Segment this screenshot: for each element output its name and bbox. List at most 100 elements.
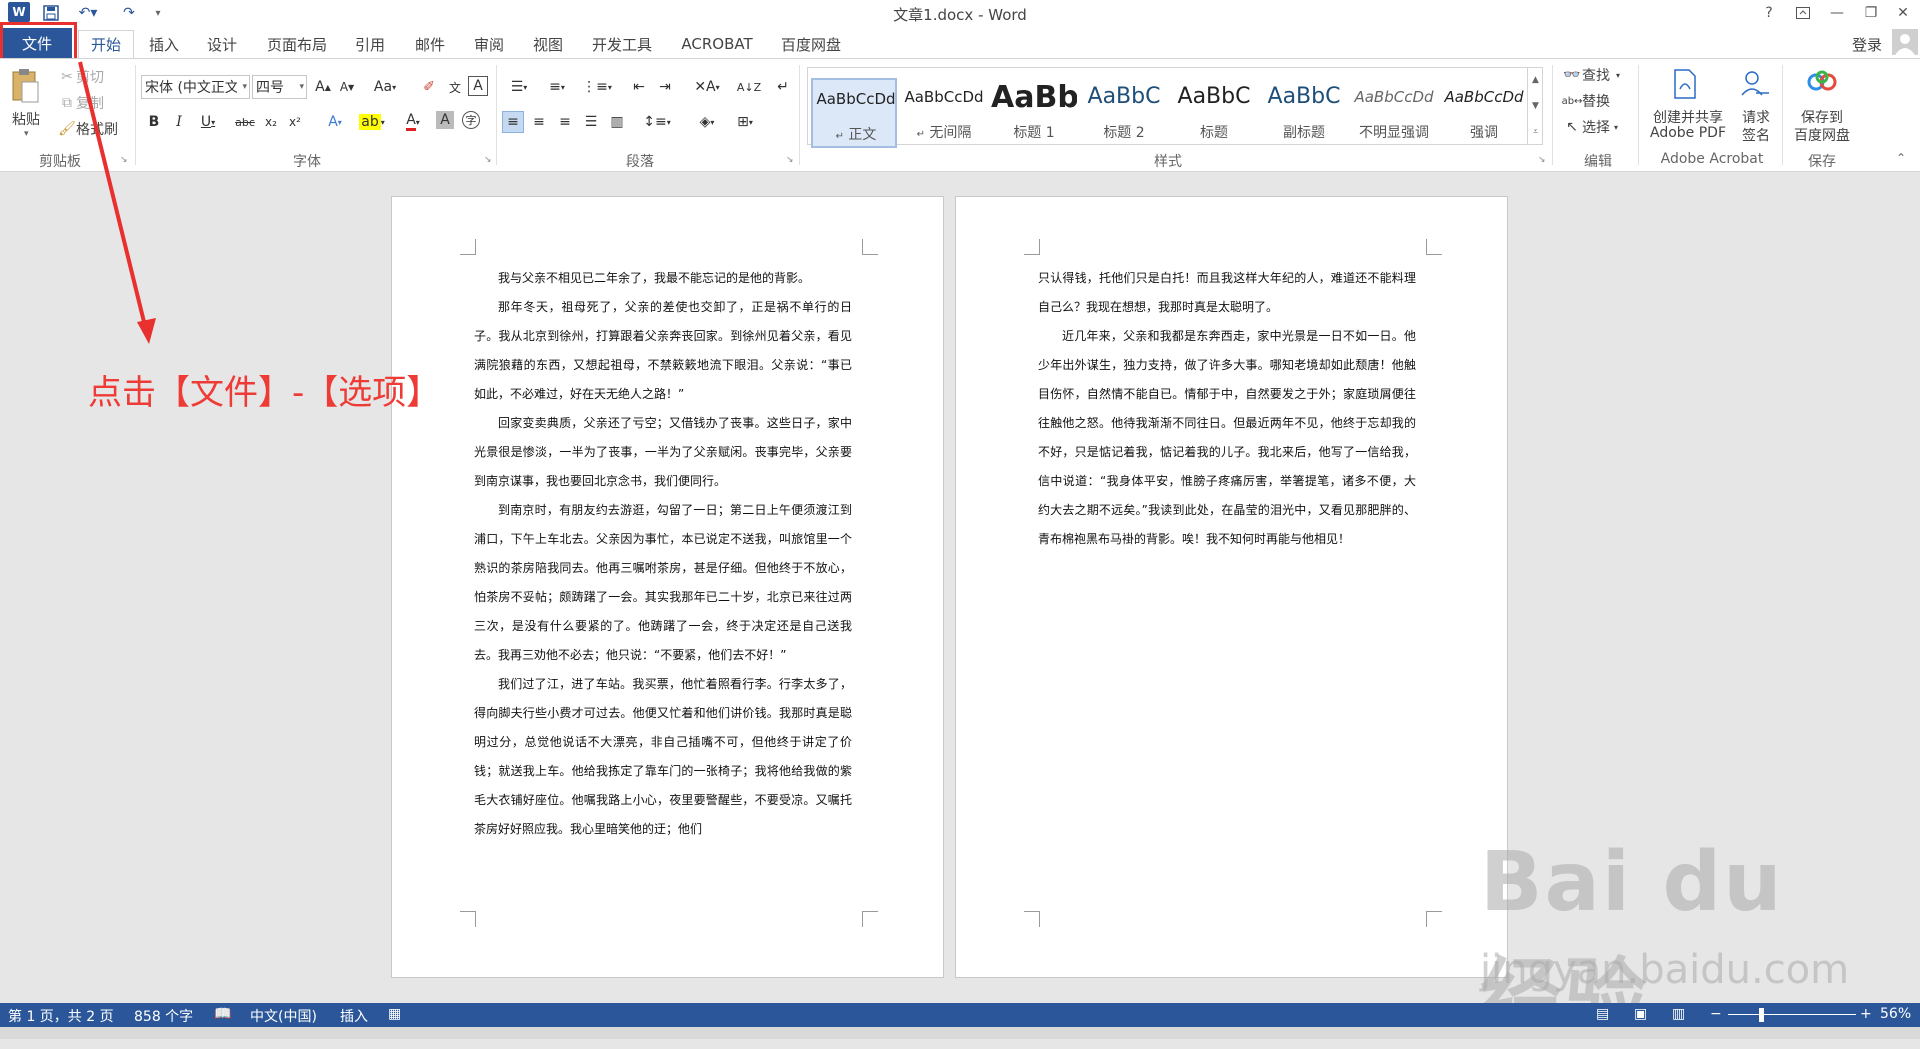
insert-mode-indicator[interactable]: 插入 bbox=[340, 1006, 368, 1026]
style-normal[interactable]: AaBbCcDd ↵ 正文 bbox=[811, 78, 897, 148]
chinese-layout-icon[interactable]: ✕A ▾ bbox=[690, 76, 724, 98]
align-center-icon[interactable]: ≡ bbox=[528, 111, 550, 133]
save-to-baidu-button-line2[interactable]: 百度网盘 bbox=[1790, 125, 1854, 145]
shading-icon[interactable]: ◈ ▾ bbox=[690, 111, 724, 133]
change-case-button[interactable]: Aa ▾ bbox=[370, 76, 400, 98]
chevron-down-icon[interactable]: ▾ bbox=[299, 82, 304, 92]
proofing-icon[interactable]: 📖 bbox=[214, 1006, 231, 1022]
character-border-icon[interactable]: A bbox=[468, 76, 488, 96]
tab-developer[interactable]: 开发工具 bbox=[585, 30, 659, 58]
line-spacing-icon[interactable]: ↕≡ ▾ bbox=[640, 111, 674, 133]
enclose-characters-icon[interactable]: 字 bbox=[462, 111, 480, 129]
grow-font-icon[interactable]: A ▲ bbox=[312, 76, 334, 98]
page-count[interactable]: 第 1 页，共 2 页 bbox=[8, 1006, 114, 1026]
page-1-text[interactable]: 我与父亲不相见已二年余了，我最不能忘记的是他的背影。 那年冬天，祖母死了，父亲的… bbox=[474, 264, 852, 844]
align-right-icon[interactable]: ≡ bbox=[554, 111, 576, 133]
phonetic-guide-icon[interactable]: 文 bbox=[444, 76, 466, 98]
undo-icon[interactable]: ↶▾ bbox=[74, 2, 102, 24]
borders-icon[interactable]: ⊞ ▾ bbox=[728, 111, 762, 133]
distributed-icon[interactable]: ▥ bbox=[606, 111, 628, 133]
collapse-ribbon-icon[interactable]: ⌃ bbox=[1896, 151, 1906, 165]
style-subtle-emphasis[interactable]: AaBbCcDd 不明显强调 bbox=[1351, 78, 1437, 148]
superscript-icon[interactable]: x² bbox=[284, 111, 306, 133]
italic-icon[interactable]: I bbox=[168, 111, 190, 133]
zoom-slider-thumb[interactable] bbox=[1758, 1008, 1764, 1022]
text-effects-icon[interactable]: A ▾ bbox=[320, 111, 350, 133]
request-signature-button-line2[interactable]: 签名 bbox=[1740, 125, 1772, 145]
ribbon-display-options-icon[interactable] bbox=[1786, 0, 1820, 26]
copy-button[interactable]: ⧉ 复制 bbox=[58, 93, 104, 113]
font-name-combo[interactable]: 宋体 (中文正文 ▾ bbox=[141, 75, 250, 99]
baidu-netdisk-icon[interactable] bbox=[1806, 69, 1838, 95]
style-subtitle[interactable]: AaBbC 副标题 bbox=[1261, 78, 1347, 148]
page-1[interactable]: 我与父亲不相见已二年余了，我最不能忘记的是他的背影。 那年冬天，祖母死了，父亲的… bbox=[391, 196, 944, 978]
subscript-icon[interactable]: x₂ bbox=[260, 111, 282, 133]
page-2-text[interactable]: 只认得钱，托他们只是白托！而且我这样大年纪的人，难道还不能料理自己么？我现在想想… bbox=[1038, 264, 1416, 554]
close-icon[interactable]: ✕ bbox=[1886, 0, 1920, 26]
request-signature-icon[interactable] bbox=[1740, 69, 1770, 99]
tab-references[interactable]: 引用 bbox=[348, 30, 392, 58]
style-no-spacing[interactable]: AaBbCcDd ↵ 无间隔 bbox=[901, 78, 987, 148]
clipboard-dialog-launcher-icon[interactable]: ↘ bbox=[120, 155, 128, 165]
minimize-icon[interactable]: — bbox=[1820, 0, 1854, 26]
zoom-in-icon[interactable]: + bbox=[1860, 1006, 1872, 1022]
zoom-level[interactable]: 56% bbox=[1880, 1006, 1911, 1022]
multilevel-list-icon[interactable]: ⋮≡ ▾ bbox=[580, 76, 614, 98]
styles-dialog-launcher-icon[interactable]: ↘ bbox=[1538, 155, 1546, 165]
avatar[interactable] bbox=[1892, 29, 1918, 55]
numbering-icon[interactable]: ≡ ▾ bbox=[540, 76, 574, 98]
redo-icon[interactable]: ↷ bbox=[118, 2, 140, 24]
zoom-slider-track[interactable] bbox=[1728, 1014, 1856, 1015]
help-button[interactable]: ? bbox=[1752, 0, 1786, 26]
underline-icon[interactable]: U ▾ bbox=[193, 111, 223, 133]
highlight-color-icon[interactable]: ab ▾ bbox=[356, 111, 388, 133]
style-title[interactable]: AaBbC 标题 bbox=[1171, 78, 1257, 148]
macro-record-icon[interactable]: ▦ bbox=[388, 1006, 401, 1022]
bullets-icon[interactable]: ☰ ▾ bbox=[502, 76, 536, 98]
tab-mailings[interactable]: 邮件 bbox=[408, 30, 452, 58]
word-count[interactable]: 858 个字 bbox=[134, 1006, 193, 1026]
chevron-down-icon[interactable]: ▾ bbox=[242, 82, 247, 92]
select-button[interactable]: ↖ 选择 ▾ bbox=[1562, 117, 1618, 137]
print-layout-icon[interactable]: ▣ bbox=[1634, 1006, 1647, 1022]
paste-icon[interactable] bbox=[10, 67, 46, 107]
tab-review[interactable]: 审阅 bbox=[467, 30, 511, 58]
increase-indent-icon[interactable]: ⇥ bbox=[654, 76, 676, 98]
replace-button[interactable]: ab↔ 替换 bbox=[1562, 91, 1610, 111]
sort-icon[interactable]: A↓Z bbox=[737, 76, 761, 98]
word-logo-icon[interactable]: W bbox=[8, 2, 30, 22]
justify-icon[interactable]: ☰ bbox=[580, 111, 602, 133]
scroll-up-icon[interactable]: ▲ bbox=[1532, 75, 1539, 85]
format-painter-button[interactable]: 🖌 格式刷 bbox=[58, 119, 118, 139]
cut-button[interactable]: ✂ 剪切 bbox=[58, 67, 104, 87]
clear-formatting-icon[interactable]: ✐ bbox=[418, 76, 440, 98]
bold-icon[interactable]: B bbox=[143, 111, 165, 133]
web-layout-icon[interactable]: ▥ bbox=[1672, 1006, 1685, 1022]
read-mode-icon[interactable]: ▤ bbox=[1596, 1006, 1609, 1022]
shrink-font-icon[interactable]: A ▼ bbox=[336, 76, 358, 98]
find-button[interactable]: 👓 查找 ▾ bbox=[1562, 65, 1620, 85]
paragraph-dialog-launcher-icon[interactable]: ↘ bbox=[786, 155, 794, 165]
decrease-indent-icon[interactable]: ⇤ bbox=[628, 76, 650, 98]
expand-gallery-icon[interactable]: ⩡ bbox=[1533, 127, 1538, 137]
sign-in-link[interactable]: 登录 bbox=[1845, 30, 1889, 58]
tab-baidu-netdisk[interactable]: 百度网盘 bbox=[776, 30, 846, 58]
save-icon[interactable] bbox=[40, 2, 62, 24]
font-color-icon[interactable]: A ▾ bbox=[398, 111, 428, 133]
save-to-baidu-button[interactable]: 保存到 bbox=[1796, 107, 1848, 127]
font-size-combo[interactable]: 四号 ▾ bbox=[252, 75, 307, 99]
page-2[interactable]: 只认得钱，托他们只是白托！而且我这样大年纪的人，难道还不能料理自己么？我现在想想… bbox=[955, 196, 1508, 978]
font-dialog-launcher-icon[interactable]: ↘ bbox=[484, 155, 492, 165]
tab-page-layout[interactable]: 页面布局 bbox=[262, 30, 332, 58]
align-left-icon[interactable]: ≡ bbox=[502, 111, 524, 133]
paste-dropdown-icon[interactable]: ▾ bbox=[24, 129, 29, 139]
create-share-pdf-button-line2[interactable]: Adobe PDF bbox=[1643, 125, 1733, 141]
paste-button[interactable]: 粘贴 bbox=[12, 109, 40, 129]
restore-icon[interactable]: ❐ bbox=[1854, 0, 1888, 26]
language-indicator[interactable]: 中文(中国) bbox=[250, 1006, 317, 1026]
tab-design[interactable]: 设计 bbox=[200, 30, 244, 58]
pdf-share-icon[interactable] bbox=[1672, 69, 1698, 99]
tab-acrobat[interactable]: ACROBAT bbox=[673, 30, 761, 58]
style-heading-1[interactable]: AaBb 标题 1 bbox=[991, 78, 1077, 148]
strikethrough-icon[interactable]: abc bbox=[232, 111, 258, 133]
